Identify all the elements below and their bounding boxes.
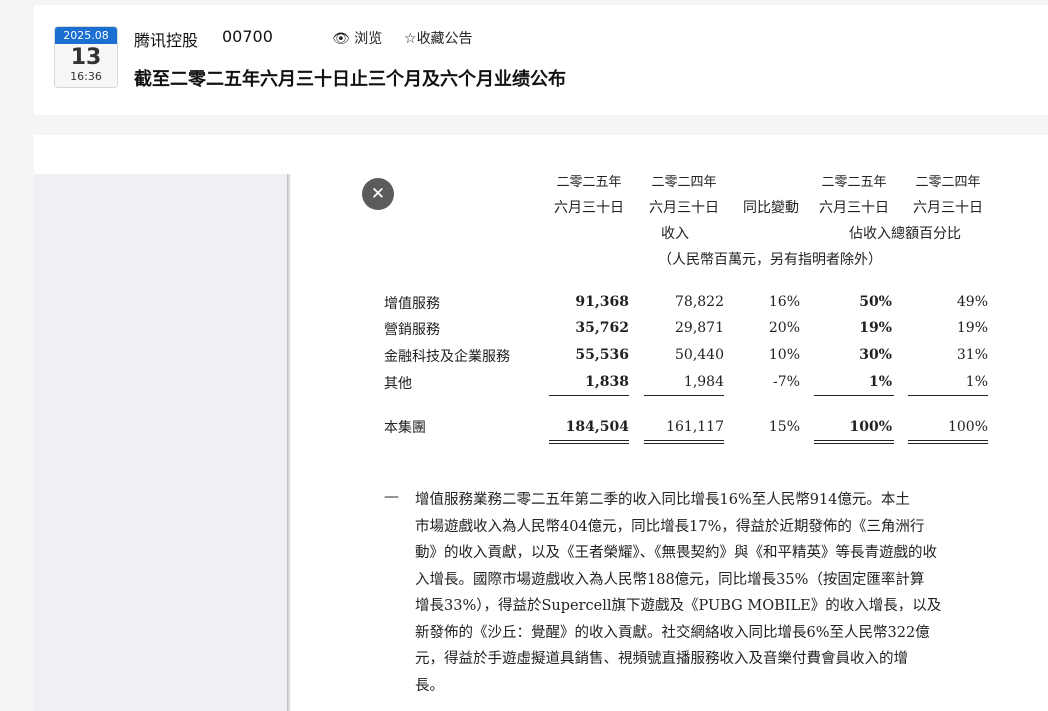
col-header-year: 二零二四年 [651,175,717,190]
view-button[interactable]: 👁 浏览 [332,28,382,48]
cell-yoy: 16% [768,294,800,310]
total-double-rule [908,440,988,444]
paragraph-line: 長。 [415,677,444,694]
col-header-year: 二零二五年 [556,175,622,190]
total-double-rule [549,440,629,444]
cell-pct-2024: 19% [956,320,988,336]
row-label: 增值服務 [384,296,440,312]
total-pct-2024: 100% [947,419,988,435]
row-label: 金融科技及企業服務 [384,349,510,365]
viewer-toolbar-area [34,135,1048,174]
cell-value-2024: 29,871 [675,320,724,336]
close-button[interactable]: ✕ [362,178,394,210]
col-header-date: 六月三十日 [819,200,889,216]
cell-value-2024: 1,984 [683,374,724,390]
col-header-date: 六月三十日 [649,200,719,216]
bullet-dash: — [384,487,399,505]
favorite-button[interactable]: ☆收藏公告 [404,28,473,48]
row-label: 其他 [384,376,412,392]
subtotal-rule [549,395,629,396]
cell-value-2025: 35,762 [575,320,629,336]
cell-pct-2024: 1% [965,374,988,390]
paragraph-line: 市場遊戲收入為人民幣404億元，同比增長17%，得益於近期發佈的《三角洲行 [415,518,925,535]
total-double-rule [644,440,724,444]
cell-pct-2025: 1% [868,374,892,390]
total-value-2025: 184,504 [565,419,629,435]
cell-yoy: 20% [768,320,800,336]
total-label: 本集團 [384,420,426,436]
cell-pct-2025: 19% [859,320,892,336]
cell-pct-2024: 49% [956,294,988,310]
star-icon: ☆ [404,31,417,47]
date-year-month: 2025.08 [55,27,117,44]
col-header-date: 六月三十日 [913,200,983,216]
cell-value-2024: 50,440 [675,347,724,363]
cell-value-2025: 91,368 [575,294,629,310]
eye-icon: 👁 [332,31,350,47]
cell-value-2025: 1,838 [585,374,629,390]
paragraph-line: 增長33%），得益於Supercell旗下遊戲及《PUBG MOBILE》的收入… [415,598,942,614]
unit-note: （人民幣百萬元，另有指明者除外） [658,252,882,268]
favorite-label: 收藏公告 [416,31,473,47]
commentary-paragraph: 增值服務業務二零二五年第二季的收入同比增長16%至人民幣914億元。本土 市場遊… [415,487,990,699]
group-header-percent: 佔收入總額百分比 [849,226,961,242]
col-header-year: 二零二五年 [821,175,887,190]
cell-pct-2024: 31% [956,347,988,363]
announcement-header: 2025.08 13 16:36 腾讯控股 00700 👁 浏览 ☆收藏公告 截… [34,5,1048,115]
date-badge: 2025.08 13 16:36 [54,26,118,88]
viewer-sidebar [34,174,287,711]
paragraph-line: 增值服務業務二零二五年第二季的收入同比增長16%至人民幣914億元。本土 [415,492,910,508]
close-icon: ✕ [370,184,386,204]
cell-value-2024: 78,822 [675,294,724,310]
cell-yoy: 10% [768,347,800,363]
subtotal-rule [814,395,894,396]
date-day: 13 [70,45,102,70]
total-double-rule [814,440,894,444]
cell-pct-2025: 50% [859,294,892,310]
date-time: 16:36 [70,70,102,83]
page-title: 截至二零二五年六月三十日止三个月及六个月业绩公布 [134,69,566,90]
company-name[interactable]: 腾讯控股 [134,27,198,51]
paragraph-line: 入增長。國際市場遊戲收入為人民幣188億元，同比增長35%（按固定匯率計算 [415,571,925,588]
cell-value-2025: 55,536 [575,347,629,363]
view-label: 浏览 [354,31,383,47]
col-header-yoy: 同比變動 [743,200,799,216]
cell-pct-2025: 30% [859,347,892,363]
paragraph-line: 新發佈的《沙丘：覺醒》的收入貢獻。社交網絡收入同比增長6%至人民幣322億 [415,624,930,641]
total-yoy: 15% [768,419,800,435]
group-header-revenue: 收入 [661,226,689,242]
total-pct-2025: 100% [849,419,892,435]
cell-yoy: -7% [773,374,800,390]
row-label: 營銷服務 [384,322,440,338]
subtotal-rule [644,395,724,396]
paragraph-line: 元，得益於手遊虛擬道具銷售、視頻號直播服務收入及音樂付費會員收入的增 [415,651,908,667]
col-header-year: 二零二四年 [915,175,981,190]
col-header-date: 六月三十日 [554,200,624,216]
stock-code[interactable]: 00700 [222,27,273,46]
paragraph-line: 動》的收入貢獻，以及《王者榮耀》、《無畏契約》與《和平精英》等長青遊戲的收 [415,545,937,561]
subtotal-rule [908,395,988,396]
total-value-2024: 161,117 [666,419,724,435]
